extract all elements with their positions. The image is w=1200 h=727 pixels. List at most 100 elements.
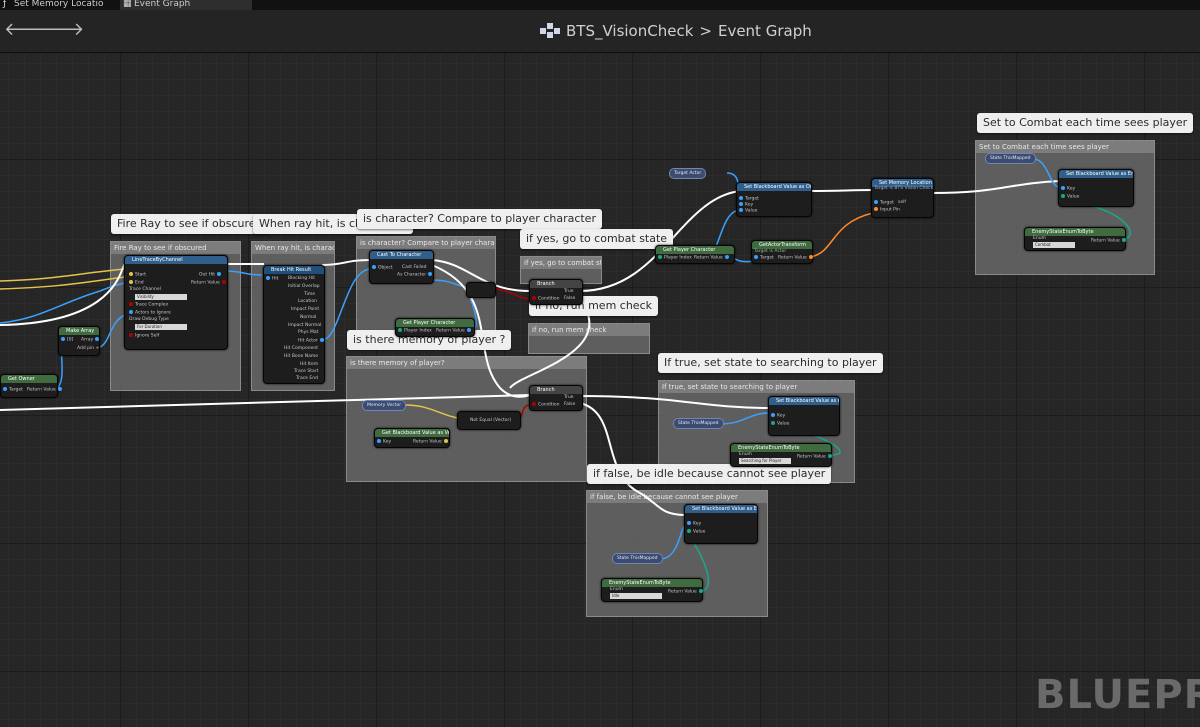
pin-start[interactable]: Start	[129, 272, 146, 279]
breadcrumb-asset[interactable]: BTS_VisionCheck	[566, 22, 693, 40]
pin-ignore-self[interactable]: Ignore Self	[129, 333, 159, 340]
enum-dropdown-searching[interactable]: Searching for Player	[739, 458, 791, 464]
node-set-bb-enum-2[interactable]: Set Blackboard Value as Enum Key Value	[768, 396, 840, 436]
forward-arrow-icon[interactable]: 🡒	[36, 20, 84, 40]
pin-value[interactable]: Value	[1061, 194, 1079, 201]
exec-wire	[0, 263, 126, 326]
variable-state-1[interactable]: State ThisMapped	[985, 153, 1036, 164]
add-pin-button[interactable]: Add pin +	[77, 346, 99, 352]
comment-bubble-fire-ray[interactable]: Fire Ray to see if obscured	[111, 214, 269, 234]
pin-hit-bone-name: Hit Bone Name	[284, 354, 318, 359]
node-get-player-character[interactable]: Get Player Character Player Index Return…	[395, 318, 475, 337]
pin-location: Location	[298, 299, 318, 304]
pin-trace-complex[interactable]: Trace Complex	[129, 302, 168, 309]
pin-return-value[interactable]: Return Value	[191, 280, 226, 287]
node-set-memory-location[interactable]: Set Memory Location Target is BTS Vision…	[871, 178, 934, 218]
pin-false[interactable]: False	[564, 402, 575, 408]
pin-true[interactable]: True	[564, 289, 574, 295]
node-branch-1[interactable]: Branch Condition True False	[529, 279, 583, 305]
pin-player-index[interactable]: Player Index	[658, 255, 692, 262]
pin-normal: Normal	[300, 315, 317, 320]
pin-return-value[interactable]: Return Value	[436, 328, 471, 335]
pin-out-hit[interactable]: Out Hit	[199, 272, 221, 279]
node-enum-to-byte-2[interactable]: EnemyStateEnumToByte Enum Searching for …	[730, 443, 832, 467]
struct-wire	[223, 270, 263, 276]
pin-false[interactable]: False	[564, 296, 575, 302]
pin-key[interactable]: Key	[687, 521, 701, 528]
node-line-trace[interactable]: LineTraceByChannel Start End Trace Chann…	[124, 255, 228, 350]
enum-dropdown-idle[interactable]: Idle	[610, 593, 662, 599]
pin-as-character[interactable]: As Character	[397, 272, 433, 279]
pin-end[interactable]: End	[129, 280, 144, 287]
comment-bubble-idle[interactable]: if false, be idle because cannot see pla…	[587, 464, 832, 484]
pin-return-value[interactable]: Return Value	[413, 439, 448, 446]
variable-state-2[interactable]: State ThisMapped	[673, 418, 724, 429]
pin-key[interactable]: Key	[377, 439, 391, 446]
node-break-hit-result[interactable]: Break Hit Result Hit Blocking Hit Initia…	[263, 265, 325, 384]
node-set-bb-enum-1[interactable]: Set Blackboard Value as Enum Key Value	[1058, 169, 1134, 207]
pin-input[interactable]: Input Pin	[874, 207, 900, 214]
trace-channel-dropdown[interactable]: Visibility	[135, 294, 187, 300]
node-make-array[interactable]: Make Array [0] Array Add pin +	[58, 326, 100, 356]
pin-return-value[interactable]: Return Value	[27, 387, 62, 394]
comment-bubble-searching[interactable]: If true, set state to searching to playe…	[658, 353, 883, 373]
exec-wire	[0, 394, 531, 411]
pin-value[interactable]: Value	[687, 529, 705, 536]
pin-hit-item: Hit Item	[300, 362, 319, 367]
pin-value[interactable]: Value	[771, 421, 789, 428]
pin-array-out[interactable]: Array	[81, 337, 100, 344]
tab-bar: ƒ Set Memory Locatio ▦ Event Graph	[0, 0, 1200, 10]
pin-trace-start: Trace Start	[294, 369, 319, 374]
variable-memory-vector[interactable]: Memory Vector	[362, 400, 407, 411]
pin-target[interactable]: Target	[754, 255, 774, 262]
array-wire	[99, 314, 126, 348]
node-get-actor-transform[interactable]: GetActorTransform Target is Actor Target…	[751, 240, 813, 264]
pin-key[interactable]: Key	[1061, 186, 1075, 193]
pin-return-value[interactable]: Return Value	[668, 589, 703, 596]
node-set-bb-object[interactable]: Set Blackboard Value as Object Target Ke…	[736, 182, 812, 217]
node-get-owner[interactable]: Get Owner Target Return Value	[0, 374, 62, 398]
pin-hit[interactable]: Hit	[266, 276, 278, 283]
pin-target[interactable]: Target	[3, 387, 23, 394]
pin-return-value[interactable]: Return Value	[694, 255, 729, 262]
pin-return-value[interactable]: Return Value	[797, 454, 832, 461]
breadcrumb-graph[interactable]: Event Graph	[718, 22, 812, 40]
pin-return-value[interactable]: Return Value	[1091, 238, 1126, 245]
pin-hit-actor[interactable]: Hit Actor	[298, 338, 324, 345]
node-not-equal-vector[interactable]: Not Equal (Vector)	[457, 411, 521, 430]
pin-condition[interactable]: Condition	[532, 402, 559, 409]
node-enum-to-byte-3[interactable]: EnemyStateEnumToByte Enum Idle Return Va…	[601, 578, 703, 602]
tab-event-graph[interactable]: ▦ Event Graph	[120, 0, 252, 10]
graph-canvas[interactable]: Fire Ray to see if obscured When ray hit…	[0, 53, 1200, 727]
pin-object[interactable]: Object	[372, 265, 393, 272]
comment-bubble-compare-character[interactable]: is character? Compare to player characte…	[357, 209, 602, 229]
tab-set-memory-location[interactable]: ƒ Set Memory Locatio	[0, 0, 116, 10]
node-equal-object[interactable]	[466, 282, 496, 298]
node-cast-to-character[interactable]: Cast To Character Object Cast Failed As …	[369, 250, 434, 284]
enum-dropdown-combat[interactable]: Combat	[1033, 242, 1075, 248]
node-get-player-character-2[interactable]: Get Player Character Player Index Return…	[655, 245, 735, 264]
pin-key[interactable]: Key	[771, 413, 785, 420]
pin-condition[interactable]: Condition	[532, 296, 559, 303]
node-enum-to-byte-1[interactable]: EnemyStateEnumToByte Enum Combat Return …	[1024, 227, 1126, 251]
pin-target[interactable]: Target	[874, 200, 894, 207]
pin-player-index[interactable]: Player Index	[398, 328, 432, 335]
comment-bubble-set-combat[interactable]: Set to Combat each time sees player	[977, 113, 1194, 133]
breadcrumb-separator: >	[699, 22, 712, 40]
variable-state-3[interactable]: State ThisMapped	[612, 553, 663, 564]
draw-debug-dropdown[interactable]: For Duration	[135, 324, 187, 330]
comment-bubble-combat-state[interactable]: if yes, go to combat state	[520, 229, 674, 249]
node-set-bb-enum-3[interactable]: Set Blackboard Value as Enum Key Value	[684, 504, 758, 544]
node-branch-2[interactable]: Branch Condition True False	[529, 385, 583, 411]
pin-value[interactable]: Value	[739, 208, 757, 215]
pin-true[interactable]: True	[564, 395, 574, 401]
back-arrow-icon[interactable]: 🡐	[4, 20, 52, 40]
pin-array-0[interactable]: [0]	[61, 337, 73, 344]
pin-cast-failed[interactable]: Cast Failed	[402, 265, 427, 271]
variable-target-actor[interactable]: Target Actor	[669, 168, 707, 179]
graph-icon: ▦	[123, 0, 132, 9]
node-get-bb-vector[interactable]: Get Blackboard Value as Vector Key Retur…	[374, 428, 450, 448]
pin-return-value[interactable]: Return Value	[778, 255, 813, 262]
pin-trace-channel: Trace Channel	[129, 287, 161, 292]
pin-actors-ignore[interactable]: Actors to Ignore	[129, 310, 171, 317]
